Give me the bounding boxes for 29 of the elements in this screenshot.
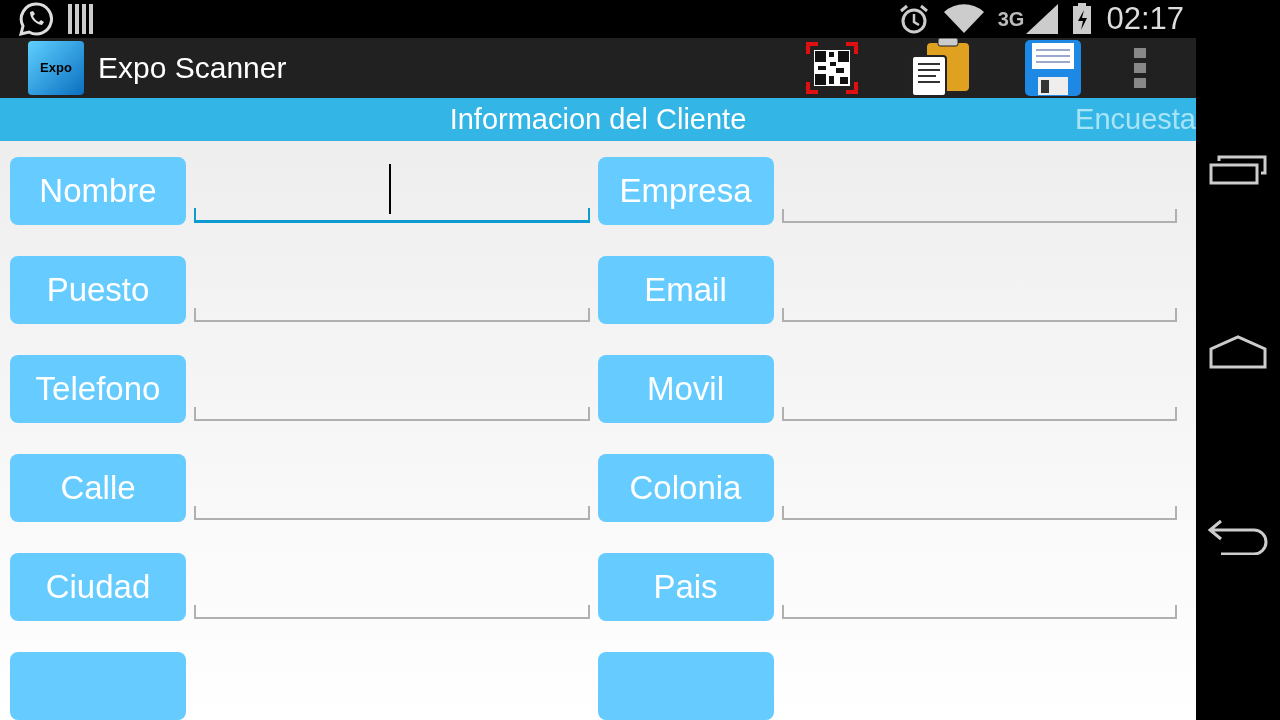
home-icon[interactable] — [1209, 335, 1267, 369]
network-label: 3G — [997, 8, 1025, 31]
wifi-icon — [943, 3, 984, 34]
signal-icon — [1026, 3, 1059, 34]
qr-code-icon[interactable] — [806, 41, 858, 94]
field-label-button[interactable]: Telefono — [10, 355, 186, 423]
field-label-button[interactable]: Email — [597, 256, 774, 324]
field-label-button[interactable] — [597, 652, 774, 720]
recent-apps-icon[interactable] — [1209, 155, 1267, 185]
clipboard-icon[interactable] — [910, 37, 972, 98]
alarm-icon — [897, 2, 930, 35]
tab[interactable]: Informacion del Cliente — [449, 102, 747, 136]
clock-time: 02:17 — [1106, 0, 1184, 37]
field-label-button[interactable]: Movil — [597, 355, 774, 423]
field-label-button[interactable] — [10, 652, 186, 720]
field-label-button[interactable]: Empresa — [597, 157, 774, 225]
field-label-button[interactable]: Nombre — [10, 157, 186, 225]
overflow-menu-icon[interactable] — [1134, 47, 1146, 88]
field-label-button[interactable]: Ciudad — [10, 553, 186, 621]
field-label-button[interactable]: Pais — [597, 553, 774, 621]
field-label-button[interactable]: Colonia — [597, 454, 774, 522]
tab[interactable]: Encuesta — [1075, 102, 1196, 136]
barcode-icon — [68, 3, 94, 34]
app-logo: Expo — [28, 40, 84, 95]
back-icon[interactable] — [1207, 519, 1269, 555]
chat-icon — [18, 0, 54, 37]
field-label-button[interactable]: Calle — [10, 454, 186, 522]
field-label-button[interactable]: Puesto — [10, 256, 186, 324]
app-title: Expo Scanner — [98, 50, 287, 85]
